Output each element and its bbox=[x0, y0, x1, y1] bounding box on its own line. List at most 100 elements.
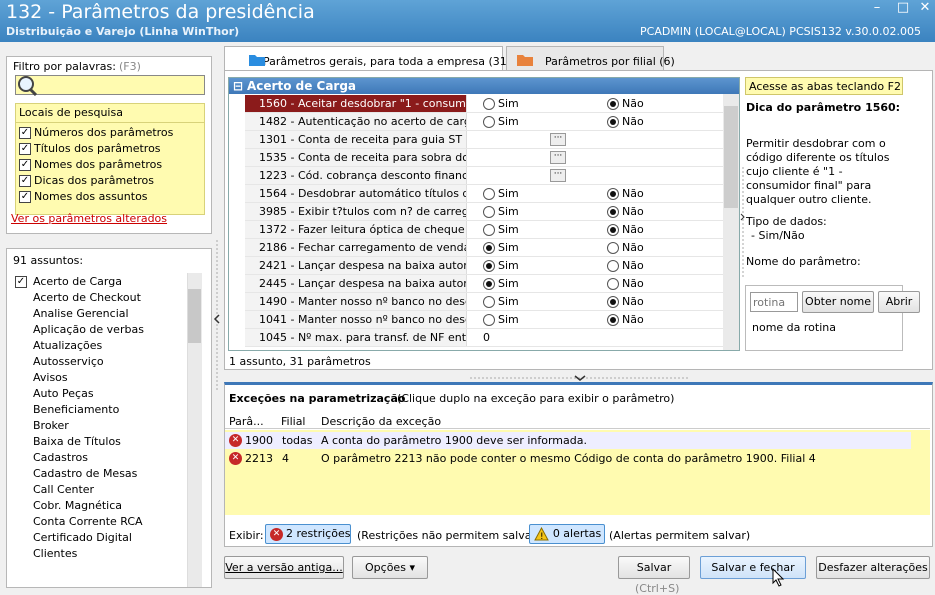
data-type-value: - Sim/Não bbox=[751, 229, 805, 242]
radio-no[interactable] bbox=[607, 224, 619, 236]
list-item[interactable]: Baixa de Títulos bbox=[33, 435, 121, 448]
list-item[interactable]: Avisos bbox=[33, 371, 68, 384]
scrollbar-thumb[interactable] bbox=[188, 289, 201, 343]
table-row[interactable]: 2445 - Lançar despesa na baixa automátic… bbox=[245, 275, 725, 293]
radio-label: Sim bbox=[498, 259, 519, 272]
radio-no[interactable] bbox=[607, 260, 619, 272]
radio-yes[interactable] bbox=[483, 314, 495, 326]
list-item[interactable]: Autosserviço bbox=[33, 355, 104, 368]
radio-yes[interactable] bbox=[483, 98, 495, 110]
table-row[interactable]: 1564 - Desdobrar automático títulos de c… bbox=[245, 185, 725, 203]
list-item[interactable]: Analise Gerencial bbox=[33, 307, 129, 320]
tab-general-params[interactable]: Parâmetros gerais, para toda a empresa (… bbox=[224, 46, 511, 71]
radio-no[interactable] bbox=[607, 206, 619, 218]
radio-yes[interactable] bbox=[483, 116, 495, 128]
radio-no[interactable] bbox=[607, 278, 619, 290]
radio-no[interactable] bbox=[607, 188, 619, 200]
radio-yes[interactable] bbox=[483, 260, 495, 272]
list-item[interactable]: Conta Corrente RCA bbox=[33, 515, 143, 528]
lookup-button[interactable]: ··· bbox=[550, 133, 566, 146]
save-button[interactable]: Salvar bbox=[618, 556, 690, 579]
checkbox-titulos[interactable]: ✓ bbox=[19, 143, 31, 155]
group-header[interactable]: ⊟ Acerto de Carga bbox=[229, 78, 739, 94]
table-row[interactable]: ✕ 2213 4 O parâmetro 2213 não pode conte… bbox=[225, 450, 911, 467]
table-row[interactable]: 3985 - Exibir t?tulos com n? de carregam… bbox=[245, 203, 725, 221]
radio-yes[interactable] bbox=[483, 206, 495, 218]
open-button[interactable]: Abrir bbox=[878, 291, 920, 313]
table-row[interactable]: 1372 - Fazer leitura óptica de cheque Sim… bbox=[245, 221, 725, 239]
collapse-icon[interactable]: ⊟ bbox=[233, 78, 243, 94]
radio-yes[interactable] bbox=[483, 224, 495, 236]
table-row[interactable]: 1301 - Conta de receita para guia ST ··· bbox=[245, 131, 725, 149]
param-value[interactable]: 0 bbox=[483, 331, 490, 344]
col-filial[interactable]: Filial bbox=[281, 415, 306, 428]
scrollbar-thumb[interactable] bbox=[724, 106, 738, 208]
get-name-button[interactable]: Obter nome bbox=[802, 291, 874, 313]
list-item[interactable]: Cadastros bbox=[33, 451, 88, 464]
old-version-button[interactable]: Ver a versão antiga... bbox=[224, 556, 344, 579]
table-row[interactable]: 1535 - Conta de receita para sobra do ac… bbox=[245, 149, 725, 167]
radio-yes[interactable] bbox=[483, 188, 495, 200]
list-item[interactable]: Auto Peças bbox=[33, 387, 94, 400]
col-description[interactable]: Descrição da exceção bbox=[321, 415, 441, 428]
checkbox-dicas[interactable]: ✓ bbox=[19, 175, 31, 187]
horizontal-splitter[interactable] bbox=[470, 372, 690, 381]
radio-yes[interactable] bbox=[483, 242, 495, 254]
close-icon[interactable]: ✕ bbox=[914, 0, 935, 16]
list-item[interactable]: Cadastro de Mesas bbox=[33, 467, 137, 480]
table-row[interactable]: 1223 - Cód. cobrança desconto financeiro… bbox=[245, 167, 725, 185]
checkbox-subject[interactable]: ✓ bbox=[15, 276, 27, 288]
list-item[interactable]: Call Center bbox=[33, 483, 94, 496]
undo-button[interactable]: Desfazer alterações bbox=[816, 556, 930, 579]
window-title: 132 - Parâmetros da presidência bbox=[6, 1, 315, 23]
folder-icon bbox=[517, 55, 533, 66]
radio-no[interactable] bbox=[607, 242, 619, 254]
radio-no[interactable] bbox=[607, 98, 619, 110]
table-row[interactable]: 2421 - Lançar despesa na baixa automátic… bbox=[245, 257, 725, 275]
maximize-icon[interactable]: □ bbox=[892, 0, 914, 16]
panel-splitter[interactable] bbox=[213, 240, 221, 390]
table-row[interactable]: 1560 - Aceitar desdobrar "1 - consumidor… bbox=[245, 95, 725, 113]
table-row[interactable]: 1041 - Manter nosso nº banco no desdobr S… bbox=[245, 311, 725, 329]
search-input[interactable] bbox=[15, 75, 205, 96]
folder-icon bbox=[249, 55, 265, 66]
list-item[interactable]: Cobr. Magnética bbox=[33, 499, 122, 512]
radio-label: Sim bbox=[498, 295, 519, 308]
hint-title: Dica do parâmetro 1560: bbox=[746, 101, 901, 114]
list-item[interactable]: Broker bbox=[33, 419, 69, 432]
options-button[interactable]: Opções ▾ bbox=[352, 556, 428, 579]
changed-params-link[interactable]: Ver os parâmetros alterados bbox=[11, 212, 167, 225]
table-row[interactable]: ✕ 1900 todas A conta do parâmetro 1900 d… bbox=[225, 432, 911, 449]
lookup-button[interactable]: ··· bbox=[550, 151, 566, 164]
lookup-button[interactable]: ··· bbox=[550, 169, 566, 182]
radio-label: Não bbox=[622, 97, 644, 110]
table-row[interactable]: 2186 - Fechar carregamento de venda bal S… bbox=[245, 239, 725, 257]
list-item[interactable]: Aplicação de verbas bbox=[33, 323, 144, 336]
list-item[interactable]: Atualizações bbox=[33, 339, 102, 352]
checkbox-numeros[interactable]: ✓ bbox=[19, 127, 31, 139]
minimize-icon[interactable]: – bbox=[866, 0, 888, 16]
table-row[interactable]: 1490 - Manter nosso nº banco no desdobr S… bbox=[245, 293, 725, 311]
routine-input[interactable] bbox=[750, 292, 798, 312]
tab-branch-params[interactable]: Parâmetros por filial (6) bbox=[506, 46, 675, 71]
radio-yes[interactable] bbox=[483, 296, 495, 308]
list-item[interactable]: Acerto de Checkout bbox=[33, 291, 141, 304]
radio-no[interactable] bbox=[607, 296, 619, 308]
checkbox-nomes[interactable]: ✓ bbox=[19, 159, 31, 171]
col-param[interactable]: Parâ... bbox=[229, 415, 264, 428]
checkbox-assuntos[interactable]: ✓ bbox=[19, 191, 31, 203]
radio-no[interactable] bbox=[607, 116, 619, 128]
alerts-toggle[interactable]: ! 0 alertas bbox=[529, 524, 605, 544]
list-item[interactable]: Clientes bbox=[33, 547, 77, 560]
restrictions-toggle[interactable]: ✕ 2 restrições bbox=[265, 524, 351, 544]
save-close-button[interactable]: Salvar e fechar bbox=[700, 556, 806, 579]
window-subtitle: Distribuição e Varejo (Linha WinThor) bbox=[6, 25, 240, 38]
radio-no[interactable] bbox=[607, 314, 619, 326]
radio-label: Sim bbox=[498, 277, 519, 290]
list-item[interactable]: Beneficiamento bbox=[33, 403, 119, 416]
radio-yes[interactable] bbox=[483, 278, 495, 290]
list-item[interactable]: Acerto de Carga bbox=[33, 275, 122, 288]
table-row[interactable]: 1482 - Autenticação no acerto de carga Si… bbox=[245, 113, 725, 131]
table-row[interactable]: 1045 - Nº max. para transf. de NF entre … bbox=[245, 329, 725, 347]
list-item[interactable]: Certificado Digital bbox=[33, 531, 132, 544]
